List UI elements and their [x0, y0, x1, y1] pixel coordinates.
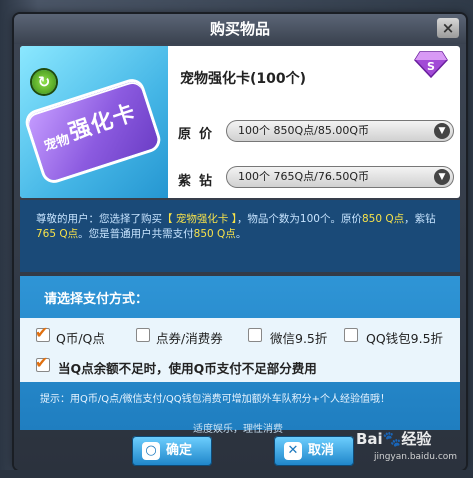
refresh-icon[interactable]: ↻ [32, 70, 56, 94]
purple-diamond-icon: S [414, 51, 448, 78]
notice-purple-price: 765 Q点 [36, 228, 79, 240]
original-price-label: 原价 [178, 127, 221, 142]
dialog-title: 购买物品 [14, 14, 466, 44]
option-qb-qpoint-label: Q币/Q点 [56, 331, 105, 346]
notice-text-2: ，物品个数为100个。原价 [236, 213, 362, 225]
original-price-select[interactable]: 100个 850Q点/85.00Q币 ▼ [226, 120, 454, 142]
chevron-down-icon: ▼ [434, 169, 450, 185]
notice-text-5: 。 [235, 228, 247, 240]
checkbox-wechat[interactable] [248, 328, 262, 342]
close-button[interactable]: × [437, 18, 459, 38]
healthy-play-motto: 适度娱乐，理性消费 [193, 424, 283, 435]
original-price-value: 100个 850Q点/85.00Q币 [238, 124, 370, 137]
notice-total: 850 Q点 [193, 228, 236, 240]
paw-icon: 🐾 [382, 430, 402, 448]
bottom-bar [0, 470, 473, 478]
checkbox-qb-qpoint[interactable] [35, 323, 50, 342]
purple-price-label: 紫钻 [178, 174, 221, 189]
card-name-text: 强化卡 [65, 100, 140, 146]
purchase-notice: 尊敬的用户：您选择了购买【 宠物强化卡 】，物品个数为100个。原价850 Q点… [36, 212, 446, 242]
payment-title: 请选择支付方式： [44, 292, 149, 307]
notice-text-3: ，紫钻 [404, 213, 436, 225]
option-coupon-label: 点券/消费券 [156, 331, 223, 346]
watermark-url: jingyan.baidu.com [374, 452, 458, 462]
svg-text:S: S [427, 60, 435, 73]
circle-icon: ○ [142, 442, 160, 460]
notice-original-price: 850 Q点 [361, 213, 405, 225]
confirm-button[interactable]: ○ 确定 [132, 436, 212, 466]
cancel-button[interactable]: ✕ 取消 [274, 436, 354, 466]
watermark-brand: Bai🐾经验 [356, 428, 431, 449]
chevron-down-icon: ▼ [434, 123, 450, 139]
checkbox-coupon[interactable] [136, 328, 150, 342]
option-wechat-label: 微信9.5折 [270, 331, 328, 346]
checkbox-fallback[interactable] [35, 353, 50, 372]
card-pet-text: 宠物 [42, 132, 72, 155]
notice-item: 【 宠物强化卡 】 [162, 213, 237, 225]
watermark-suffix: 经验 [401, 430, 432, 448]
close-x-icon: ✕ [284, 442, 302, 460]
notice-text-4: 。您是普通用户共需支付 [78, 228, 194, 240]
cancel-label: 取消 [308, 443, 335, 458]
notice-text-1: 尊敬的用户：您选择了购买 [36, 213, 162, 225]
checkbox-qq-wallet[interactable] [344, 328, 358, 342]
watermark-brand-text: Bai [356, 430, 383, 448]
purple-price-select[interactable]: 100个 765Q点/76.50Q币 ▼ [226, 166, 454, 188]
confirm-label: 确定 [166, 443, 193, 458]
purple-price-value: 100个 765Q点/76.50Q币 [238, 170, 370, 183]
fallback-label: 当Q点余额不足时，使用Q币支付不足部分费用 [58, 361, 317, 376]
product-name: 宠物强化卡(100个) [180, 71, 307, 87]
payment-hint: 提示：用Q币/Q点/微信支付/QQ钱包消费可增加额外车队积分+个人经验值哦！ [40, 394, 390, 405]
option-qq-wallet-label: QQ钱包9.5折 [366, 331, 444, 346]
